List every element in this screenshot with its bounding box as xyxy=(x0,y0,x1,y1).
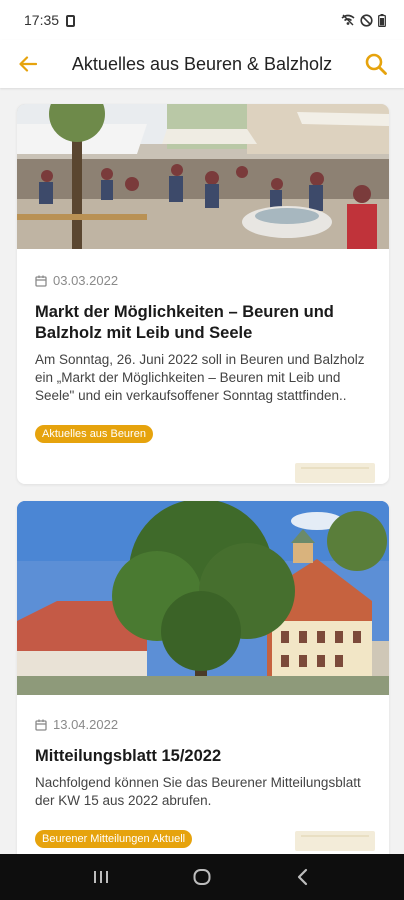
recent-apps-icon xyxy=(93,871,108,883)
date-row: 03.03.2022 xyxy=(35,273,371,288)
category-tag[interactable]: Beurener Mitteilungen Aktuell xyxy=(35,830,193,848)
article-title[interactable]: Mitteilungsblatt 15/2022 xyxy=(35,746,371,767)
home-button[interactable] xyxy=(182,857,222,897)
article-excerpt: Am Sonntag, 26. Juni 2022 soll in Beuren… xyxy=(35,352,365,403)
recent-apps-button[interactable] xyxy=(81,857,121,897)
home-icon xyxy=(193,869,211,885)
townhall-photo xyxy=(17,501,389,695)
page-title: Aktuelles aus Beuren & Balzholz xyxy=(71,53,333,74)
logo-watermark xyxy=(295,463,375,483)
article-title[interactable]: Markt der Möglichkeiten – Beuren und Bal… xyxy=(35,302,371,344)
do-not-disturb-icon xyxy=(360,13,373,27)
nav-back-button[interactable] xyxy=(283,857,323,897)
article-excerpt: Nachfolgend können Sie das Beurener Mitt… xyxy=(35,775,361,808)
search-icon xyxy=(365,53,387,75)
news-feed[interactable]: 03.03.2022 Markt der Möglichkeiten – Beu… xyxy=(0,88,404,854)
news-card[interactable]: 13.04.2022 Mitteilungsblatt 15/2022 Nach… xyxy=(17,501,389,854)
status-icons xyxy=(341,13,386,27)
back-icon xyxy=(298,868,308,886)
sim-card-icon xyxy=(66,15,76,27)
system-nav-bar xyxy=(0,854,404,900)
arrow-left-icon xyxy=(19,56,37,72)
wifi-off-icon xyxy=(341,14,355,26)
search-button[interactable] xyxy=(348,40,404,88)
status-bar: 17:35 xyxy=(0,0,404,40)
app-bar: Aktuelles aus Beuren & Balzholz xyxy=(0,40,404,88)
logo-watermark xyxy=(295,831,375,851)
card-body: 03.03.2022 Markt der Möglichkeiten – Beu… xyxy=(17,273,389,483)
article-date: 03.03.2022 xyxy=(53,273,119,288)
battery-icon xyxy=(378,13,386,27)
market-photo xyxy=(17,104,389,249)
article-date: 13.04.2022 xyxy=(53,717,119,732)
news-card[interactable]: 03.03.2022 Markt der Möglichkeiten – Beu… xyxy=(17,104,389,484)
category-tag[interactable]: Aktuelles aus Beuren xyxy=(35,425,153,443)
calendar-icon xyxy=(35,719,47,731)
card-body: 13.04.2022 Mitteilungsblatt 15/2022 Nach… xyxy=(17,717,389,851)
date-row: 13.04.2022 xyxy=(35,717,371,732)
status-time: 17:35 xyxy=(24,12,60,28)
calendar-icon xyxy=(35,275,47,287)
back-button[interactable] xyxy=(0,40,56,88)
